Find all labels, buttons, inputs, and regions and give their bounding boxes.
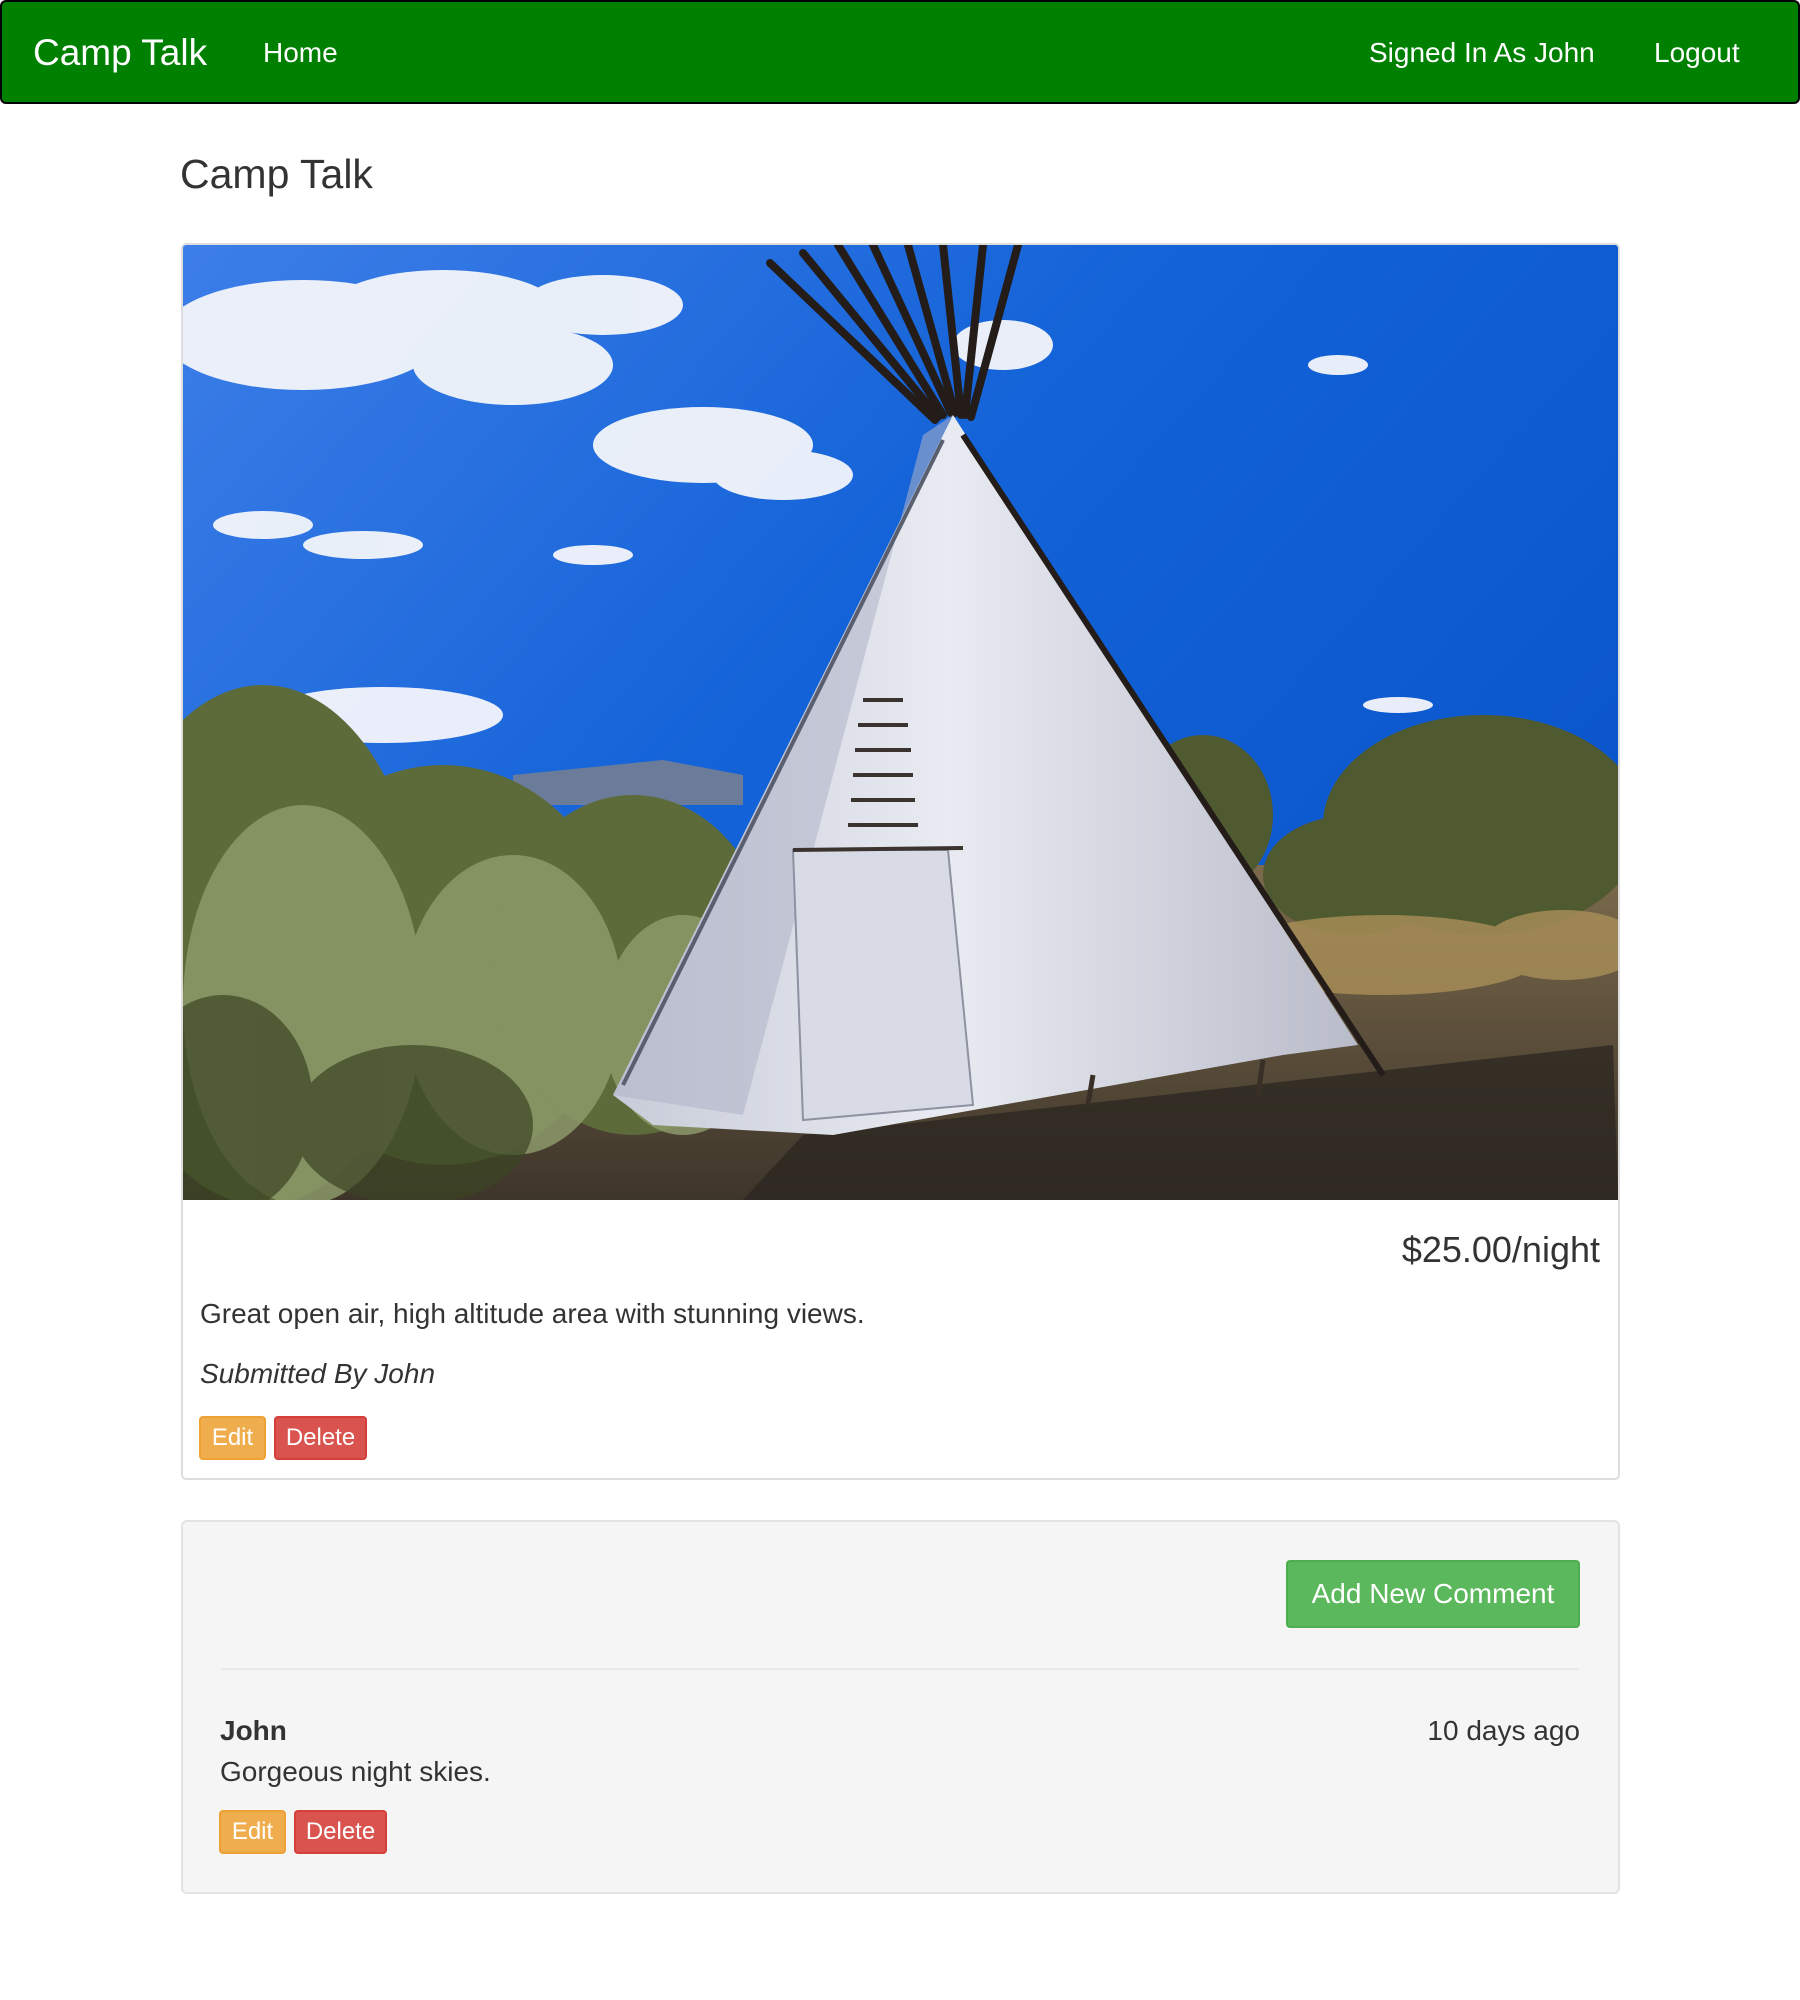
- page-title: Camp Talk: [180, 151, 373, 197]
- campground-card: [181, 243, 1620, 1480]
- nav-logout-link[interactable]: Logout: [1654, 2, 1740, 104]
- campground-photo: [183, 245, 1618, 1200]
- campground-price: $25.00/night: [1401, 1229, 1600, 1270]
- navbar-brand[interactable]: Camp Talk: [33, 2, 207, 104]
- campground-description: Great open air, high altitude area with …: [200, 1298, 865, 1329]
- comment-text: Gorgeous night skies.: [220, 1756, 491, 1787]
- add-comment-button[interactable]: Add New Comment: [1286, 1560, 1580, 1628]
- submitted-by: Submitted By John: [200, 1358, 436, 1389]
- delete-comment-button[interactable]: Delete: [294, 1810, 387, 1854]
- edit-campground-button[interactable]: Edit: [199, 1416, 266, 1460]
- comment-timestamp: 10 days ago: [1427, 1715, 1580, 1746]
- navbar: Camp Talk Home Signed In As John Logout: [0, 0, 1800, 104]
- signed-in-user-text[interactable]: Signed In As John: [1369, 2, 1595, 104]
- edit-comment-button[interactable]: Edit: [219, 1810, 286, 1854]
- comments-divider: [221, 1668, 1579, 1670]
- comment-author: John: [220, 1715, 287, 1746]
- nav-home-link[interactable]: Home: [263, 2, 338, 104]
- delete-campground-button[interactable]: Delete: [274, 1416, 367, 1460]
